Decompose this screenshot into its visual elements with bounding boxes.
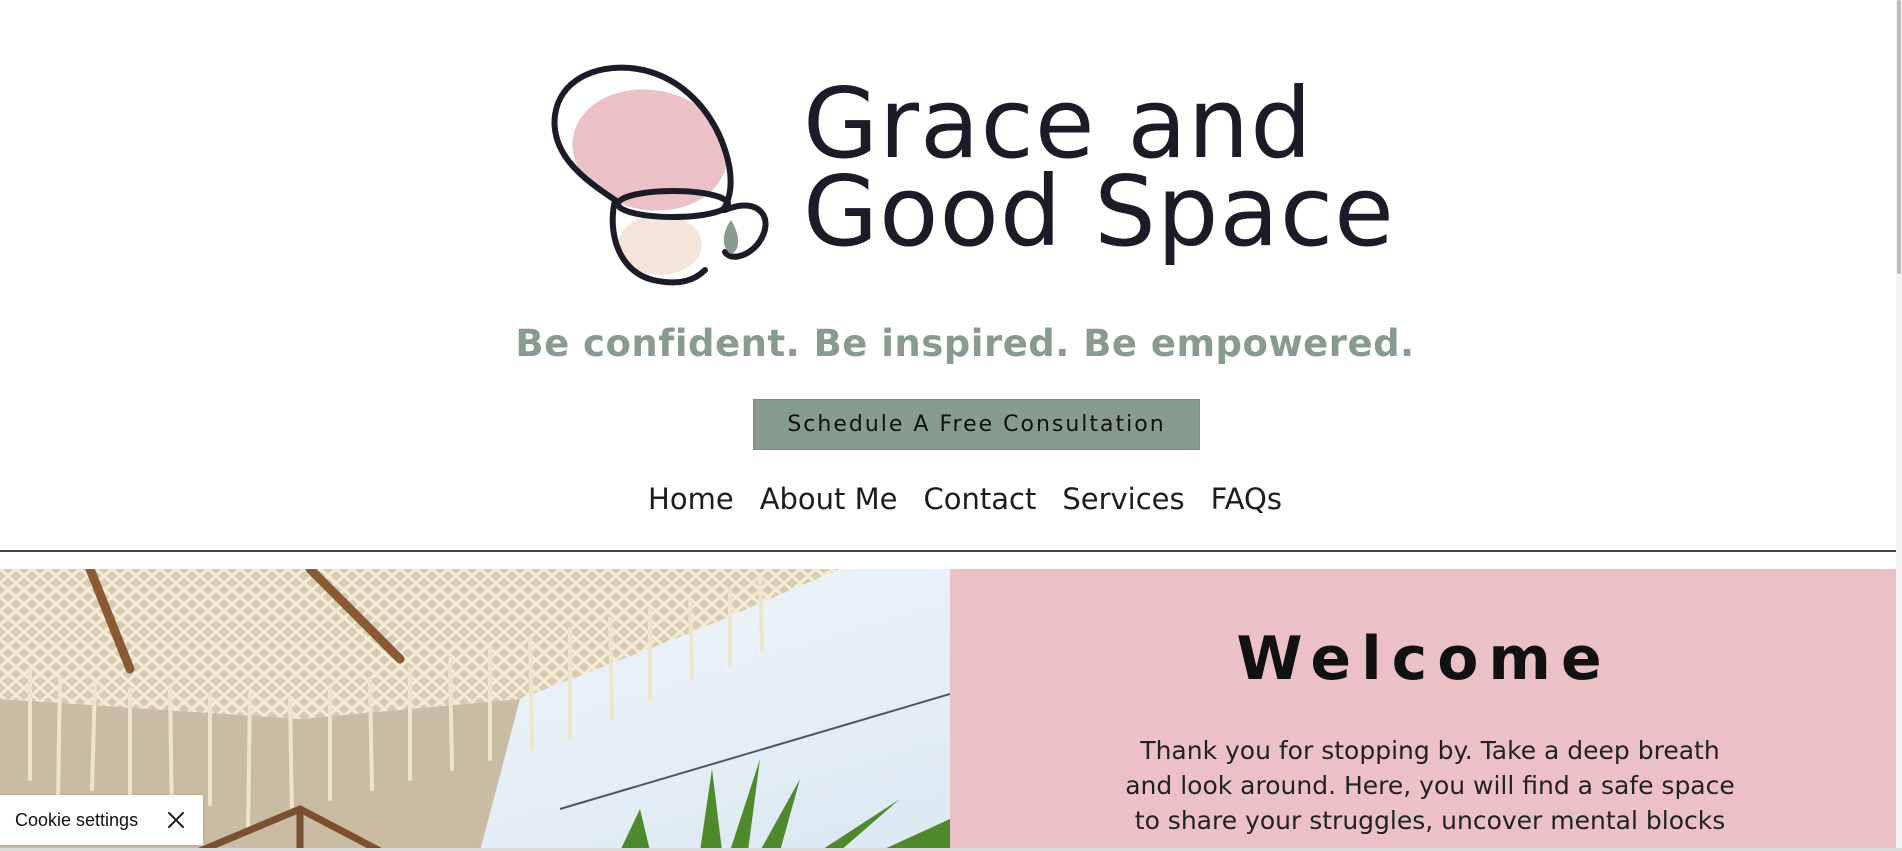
nav-item-services[interactable]: Services bbox=[1062, 482, 1184, 516]
brand-name: Grace and Good Space bbox=[803, 75, 1395, 268]
site-header: Grace and Good Space Be confident. Be in… bbox=[0, 0, 1902, 550]
tagline: Be confident. Be inspired. Be empowered. bbox=[515, 322, 1415, 365]
welcome-body-line: Thank you for stopping by. Take a deep b… bbox=[1140, 736, 1720, 765]
welcome-body-line: and look around. Here, you will find a s… bbox=[1125, 771, 1735, 800]
site-logo[interactable]: Grace and Good Space bbox=[545, 60, 1394, 290]
cookie-settings-bar: Cookie settings bbox=[0, 795, 203, 845]
nav-item-about-me[interactable]: About Me bbox=[760, 482, 898, 516]
nav-item-contact[interactable]: Contact bbox=[924, 482, 1037, 516]
close-icon[interactable] bbox=[167, 811, 185, 829]
page-scrollbar[interactable] bbox=[1896, 0, 1902, 851]
schedule-consultation-button[interactable]: Schedule A Free Consultation bbox=[753, 399, 1200, 450]
welcome-title: Welcome bbox=[1236, 624, 1612, 694]
nav-item-home[interactable]: Home bbox=[648, 482, 734, 516]
head-silhouette-logo-icon bbox=[551, 64, 769, 286]
scrollbar-thumb[interactable] bbox=[1897, 0, 1901, 274]
nav-item-faqs[interactable]: FAQs bbox=[1211, 482, 1282, 516]
cookie-settings-button[interactable]: Cookie settings bbox=[15, 810, 138, 831]
header-divider bbox=[0, 550, 1898, 552]
main-nav: Home About Me Contact Services FAQs bbox=[0, 482, 1902, 516]
welcome-body-line: to share your struggles, uncover mental … bbox=[1134, 806, 1726, 835]
welcome-body: Thank you for stopping by. Take a deep b… bbox=[1105, 733, 1755, 838]
welcome-panel: Welcome Thank you for stopping by. Take … bbox=[950, 569, 1898, 851]
brand-name-line2: Good Space bbox=[803, 155, 1395, 268]
